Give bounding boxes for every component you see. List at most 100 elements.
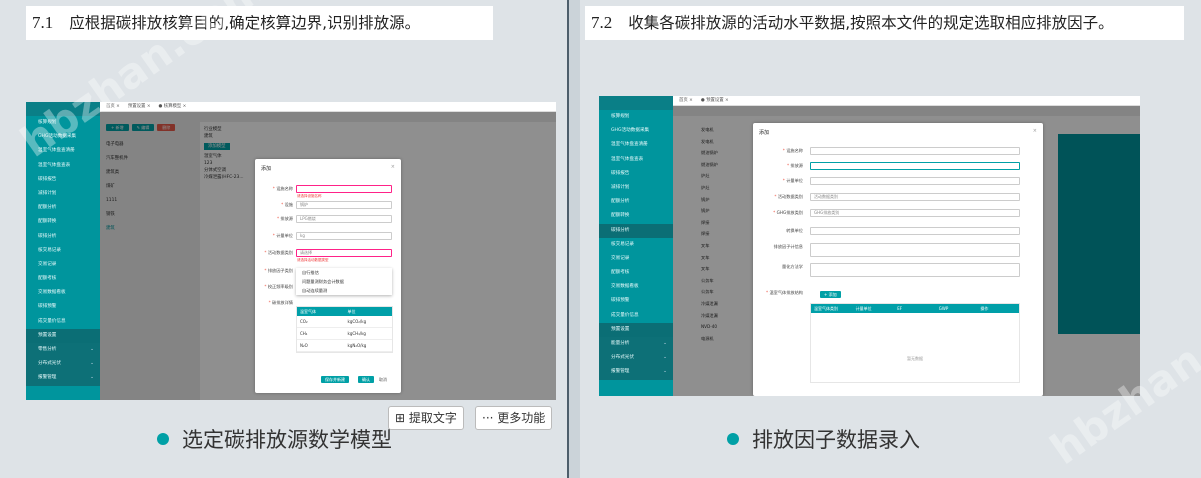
field-label: * 计量单位	[257, 233, 293, 239]
add-gas-button[interactable]: + 添加	[820, 291, 841, 298]
sidebar-item[interactable]: 配额考核	[599, 266, 673, 280]
column-header: EF	[897, 306, 903, 311]
save-and-new-button[interactable]: 保存并新建	[321, 376, 349, 383]
field-input[interactable]: GHG排放类别	[810, 209, 1020, 217]
sidebar-item[interactable]: 成交量价信息	[26, 315, 100, 329]
field-input[interactable]: 锅炉	[296, 201, 392, 209]
bullet-icon	[157, 433, 169, 445]
sidebar-group[interactable]: 报警管理 ⌄	[26, 371, 100, 386]
sidebar-item[interactable]: 预置设置	[599, 322, 673, 337]
sidebar-item[interactable]: 配额考核	[26, 272, 100, 286]
field-input[interactable]	[810, 263, 1020, 277]
topbar-tab[interactable]: 预置设置 ×	[128, 104, 151, 109]
modal-title: 添加	[759, 130, 770, 136]
cancel-button[interactable]: 取消	[375, 376, 391, 383]
sidebar-item[interactable]: 交易数据看板	[26, 286, 100, 300]
sidebar-group-label: 零售分析	[38, 347, 57, 352]
field-input[interactable]: kg	[296, 232, 392, 240]
field-label: * 碳排放详情	[257, 300, 293, 306]
right-section-text: 收集各碳排放源的活动水平数据,按照本文件的规定选取相应排放因子。	[628, 14, 1114, 32]
more-icon: ···	[482, 411, 498, 425]
sidebar-item[interactable]: 碳排分析	[599, 223, 673, 238]
field-input[interactable]	[810, 147, 1020, 155]
sidebar-item[interactable]: 核交易记录	[599, 238, 673, 252]
dropdown-option[interactable]: 自行推估	[296, 268, 392, 277]
sidebar-item[interactable]: 减排计划	[599, 181, 673, 195]
sidebar-item[interactable]: 减排计划	[26, 187, 100, 201]
sidebar-group[interactable]: 零售分析 ⌄	[26, 343, 100, 358]
table-header: 温室气体 单位	[297, 307, 392, 316]
dropdown-option[interactable]: 问题量测财务会计数据	[296, 277, 392, 286]
field-input[interactable]: 活动数据类别	[810, 193, 1020, 201]
cell: kgCH₄/kg	[347, 331, 366, 336]
sidebar-item[interactable]: 预置设置	[26, 328, 100, 343]
field-input[interactable]	[810, 162, 1020, 170]
sidebar-item[interactable]: 配额转换	[599, 209, 673, 223]
field-label-text: 碳排放详情	[272, 300, 293, 305]
sidebar-item[interactable]: 碳排报告	[599, 167, 673, 181]
field-label: * 设施名称	[257, 186, 293, 192]
more-functions-button[interactable]: ··· 更多功能	[475, 406, 553, 430]
close-icon[interactable]: ×	[1033, 128, 1037, 134]
extract-text-button[interactable]: ⊞ 提取文字	[388, 406, 464, 430]
topbar-tab[interactable]: 首页 ×	[679, 98, 693, 103]
sidebar-item[interactable]: GHG活动数据采集	[599, 124, 673, 138]
column-header: 单位	[347, 309, 356, 314]
table-row: N₂O kgN₂O/kg	[297, 340, 392, 352]
field-label-text: 排放源	[280, 216, 293, 221]
field-label-text: 计量单位	[786, 178, 803, 183]
cell: CO₂	[300, 319, 308, 324]
sidebar-item[interactable]: 碳排报告	[26, 173, 100, 187]
sidebar-item[interactable]: 成交量价信息	[599, 309, 673, 323]
field-input[interactable]	[296, 185, 392, 193]
right-topbar: 首页 × ● 预置设置 ×	[673, 96, 1140, 106]
field-input[interactable]: LPG燃烧	[296, 215, 392, 223]
left-section-number: 7.1	[32, 13, 54, 32]
sidebar-group[interactable]: 报警管理 ⌄	[599, 365, 673, 380]
bullet-icon	[727, 433, 739, 445]
field-label: * 活动数据类别	[753, 194, 803, 200]
field-label: 排放因子计信息	[753, 244, 803, 250]
sidebar-item[interactable]: 温室气体盘查表	[599, 153, 673, 167]
confirm-button[interactable]: 确认	[358, 376, 374, 383]
sidebar-item[interactable]: 核交易记录	[26, 244, 100, 258]
sidebar-item[interactable]: 碳排预警	[26, 300, 100, 314]
field-label: 转换单位	[753, 228, 803, 234]
topbar-tab[interactable]: ● 核算模型 ×	[159, 104, 187, 109]
cell: kgCO₂/kg	[347, 319, 367, 324]
sidebar-item[interactable]: 碳排分析	[26, 230, 100, 244]
field-label: * 活动数据类别	[257, 250, 293, 256]
close-icon[interactable]: ×	[391, 164, 395, 170]
sidebar-item[interactable]: 温室气体盘查清册	[599, 138, 673, 152]
cell: CH₄	[300, 331, 308, 336]
sidebar-item[interactable]: 交易数据看板	[599, 280, 673, 294]
field-input[interactable]	[810, 227, 1020, 235]
field-error: 请选择活动数据类型	[297, 258, 329, 262]
sidebar-item[interactable]: 配额分析	[26, 201, 100, 215]
left-add-modal: 添加 × * 设施名称 请选择设施名称 * 设施 锅炉 * 排放源 LPG燃烧 * 计量单位…	[255, 159, 401, 393]
topbar-tab[interactable]: ● 预置设置 ×	[701, 98, 729, 103]
sidebar-item[interactable]: 碳排预警	[599, 294, 673, 308]
sidebar-group[interactable]: 能量分析 ⌄	[599, 337, 673, 352]
field-input[interactable]: 请选择	[296, 249, 392, 257]
sidebar-group[interactable]: 分布式光伏 ⌄	[599, 351, 673, 366]
field-input[interactable]	[810, 177, 1020, 185]
field-label: * 排放因子类别	[257, 268, 293, 274]
field-label-text: 校正频率级别	[267, 284, 293, 289]
field-label-text: 排放源	[790, 163, 803, 168]
column-header: 操作	[980, 306, 989, 311]
table-row: CH₄ kgCH₄/kg	[297, 328, 392, 340]
right-section-header: 7.2 收集各碳排放源的活动水平数据,按照本文件的规定选取相应排放因子。	[585, 6, 1184, 40]
dropdown-option[interactable]: 自动连续量测	[296, 286, 392, 295]
field-label: * 校正频率级别	[257, 284, 293, 290]
field-input[interactable]	[810, 243, 1020, 257]
sidebar-item[interactable]: 交易记录	[599, 252, 673, 266]
column-header: 温室气体	[300, 309, 316, 314]
right-caption: 排放因子数据录入	[727, 424, 920, 454]
sidebar-item[interactable]: 配额分析	[599, 195, 673, 209]
sidebar-group[interactable]: 分布式光伏 ⌄	[26, 357, 100, 372]
field-label-text: 活动数据类别	[267, 250, 293, 255]
sidebar-item[interactable]: 交易记录	[26, 258, 100, 272]
sidebar-item[interactable]: 核算规划	[599, 110, 673, 124]
sidebar-item[interactable]: 配额转换	[26, 215, 100, 229]
